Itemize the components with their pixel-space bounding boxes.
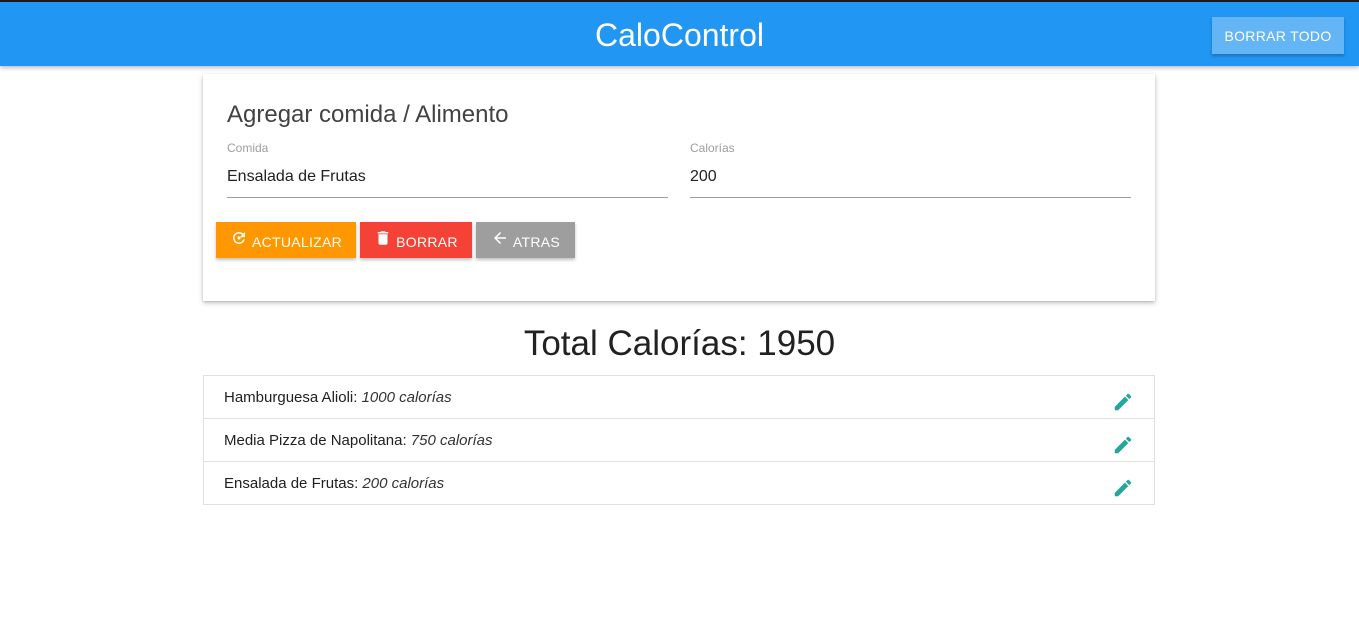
list-item: Ensalada de Frutas: 200 calorías — [204, 462, 1154, 504]
calories-input[interactable] — [690, 166, 1131, 198]
pencil-icon — [1114, 393, 1132, 411]
pencil-icon — [1114, 436, 1132, 454]
delete-label: BORRAR — [396, 234, 458, 250]
calories-label: Calorías — [690, 141, 735, 155]
food-label: Comida — [227, 141, 269, 155]
delete-button[interactable]: BORRAR — [360, 222, 472, 258]
trash-icon — [377, 231, 389, 245]
back-button[interactable]: ATRAS — [476, 222, 575, 258]
update-button[interactable]: ACTUALIZAR — [216, 222, 356, 258]
food-input[interactable] — [227, 166, 668, 198]
add-food-card: Agregar comida / Alimento Comida Caloría… — [203, 74, 1155, 301]
list-item: Media Pizza de Napolitana: 750 calorías — [204, 419, 1154, 462]
item-name: Media Pizza de Napolitana: — [224, 432, 407, 449]
edit-item-button[interactable] — [1112, 430, 1134, 454]
form-title: Agregar comida / Alimento — [227, 101, 509, 128]
app-title[interactable]: CaloControl — [0, 16, 1359, 54]
item-name: Hamburguesa Alioli: — [224, 389, 358, 406]
top-navbar: CaloControl BORRAR TODO — [0, 0, 1359, 66]
food-list: Hamburguesa Alioli: 1000 calorías Media … — [203, 375, 1155, 505]
clear-all-button[interactable]: BORRAR TODO — [1212, 17, 1344, 54]
food-field: Comida — [227, 140, 668, 198]
list-item: Hamburguesa Alioli: 1000 calorías — [204, 376, 1154, 419]
total-calories: Total Calorías: 1950 — [523, 324, 836, 363]
item-name: Ensalada de Frutas: — [224, 475, 359, 492]
edit-item-button[interactable] — [1112, 473, 1134, 497]
item-calories: 1000 calorías — [361, 389, 452, 406]
refresh-icon — [232, 232, 245, 244]
calories-field: Calorías — [690, 140, 1131, 198]
back-label: ATRAS — [512, 234, 561, 250]
item-calories: 750 calorías — [410, 432, 493, 449]
item-calories: 200 calorías — [362, 475, 445, 492]
arrow-back-icon — [493, 232, 506, 244]
edit-item-button[interactable] — [1112, 387, 1134, 411]
pencil-icon — [1114, 479, 1132, 497]
update-label: ACTUALIZAR — [251, 234, 343, 250]
